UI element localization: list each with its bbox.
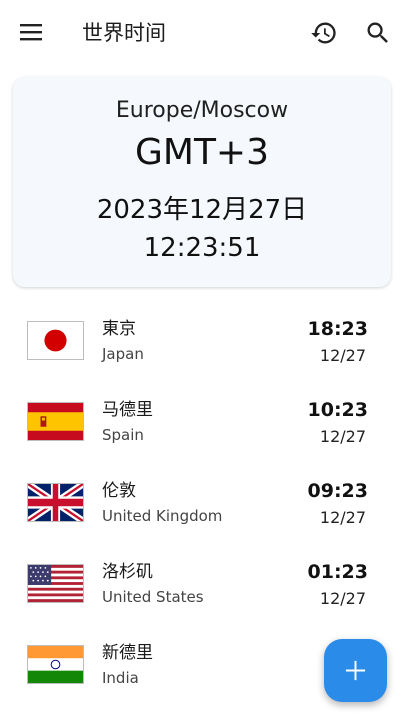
city-date: 12/27 [319,346,366,365]
city-date: 12/27 [319,427,366,446]
us-flag-icon [27,564,84,603]
gmt-offset: GMT+3 [134,132,269,173]
plus-icon [345,660,366,681]
city-country: Japan [102,345,144,363]
city-date: 12/27 [319,508,366,527]
current-time-card: Europe/Moscow GMT+3 2023年12月27日 12:23:51 [13,77,391,287]
city-local-name: 洛杉矶 [102,562,153,582]
city-row-japan[interactable]: 東京 Japan 18:23 12/27 [0,300,405,381]
city-country: India [102,669,139,687]
city-local-name: 新德里 [102,643,153,663]
city-date: 12/27 [319,589,366,608]
history-icon[interactable] [310,19,338,47]
spain-flag-icon [27,402,84,441]
search-icon[interactable] [364,19,392,47]
city-country: United Kingdom [102,507,223,525]
japan-flag-icon [27,321,84,360]
city-row-us[interactable]: 洛杉矶 United States 01:23 12/27 [0,543,405,624]
page-title: 世界时间 [82,21,166,45]
city-time: 10:23 [307,399,368,421]
city-time: 09:23 [307,480,368,502]
app-bar: 世界时间 [0,0,405,66]
india-flag-icon [27,645,84,684]
timezone-name: Europe/Moscow [115,98,289,123]
menu-icon[interactable] [20,22,44,42]
current-time: 12:23:51 [143,233,261,263]
city-time: 18:23 [307,318,368,340]
city-country: United States [102,588,204,606]
city-country: Spain [102,426,144,444]
city-row-uk[interactable]: 伦敦 United Kingdom 09:23 12/27 [0,462,405,543]
uk-flag-icon [27,483,84,522]
city-local-name: 马德里 [102,400,153,420]
current-date: 2023年12月27日 [96,195,308,225]
city-row-spain[interactable]: 马德里 Spain 10:23 12/27 [0,381,405,462]
city-local-name: 東京 [102,319,136,339]
add-city-button[interactable] [324,639,387,702]
city-local-name: 伦敦 [102,481,136,501]
city-time: 01:23 [307,561,368,583]
